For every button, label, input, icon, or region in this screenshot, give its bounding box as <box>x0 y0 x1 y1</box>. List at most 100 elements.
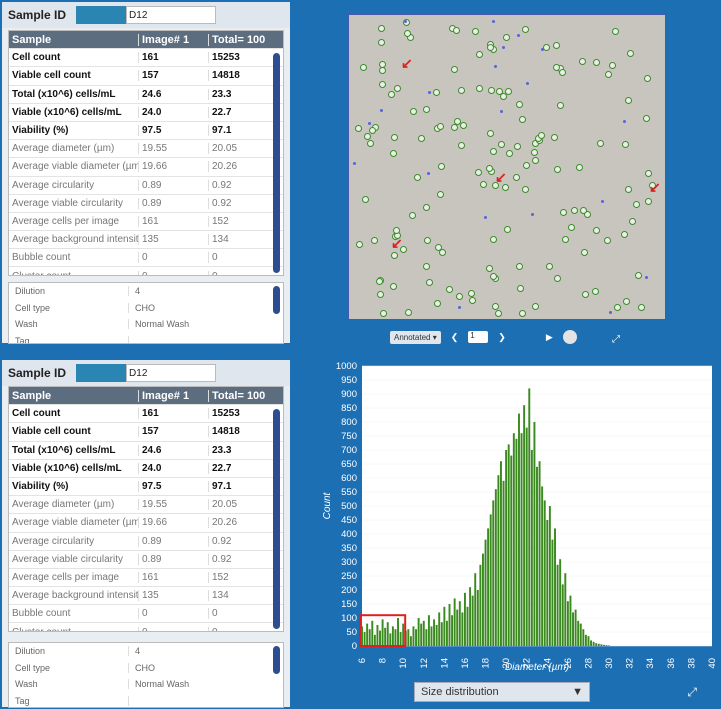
cell-marker <box>437 191 444 199</box>
histogram-bar <box>497 475 500 646</box>
row-total: 0 <box>209 627 269 631</box>
cell-marker <box>418 134 426 142</box>
row-image: 24.6 <box>139 444 209 456</box>
row-total: 15253 <box>212 52 240 64</box>
image-number-input[interactable]: 1 <box>468 331 489 343</box>
row-total: 152 <box>212 215 229 227</box>
detail-label: Wash <box>9 319 129 330</box>
scrollbar[interactable] <box>273 409 280 629</box>
debris-marker <box>458 306 462 310</box>
cell-marker <box>505 149 513 157</box>
histogram-bar <box>502 480 505 646</box>
chevron-left-icon[interactable]: ❮ <box>451 332 459 343</box>
expand-icon[interactable]: ⤢ <box>687 685 697 700</box>
histogram-bar <box>587 636 590 646</box>
toggle-knob[interactable] <box>562 330 577 344</box>
cell-marker <box>490 148 498 156</box>
row-image: 24.0 <box>139 462 209 474</box>
histogram-bar <box>507 444 510 646</box>
expand-icon[interactable]: ⤢ <box>612 334 620 345</box>
view-select[interactable]: Annotated ▾ <box>390 330 441 344</box>
top-results-panel: Sample ID D12 Sample Image# 1 Total= 100 Ce… <box>0 0 292 345</box>
histogram-bar <box>541 486 544 646</box>
scrollbar[interactable] <box>273 286 280 314</box>
histogram-bar <box>582 629 585 646</box>
row-total: 0 <box>212 608 218 620</box>
cell-marker <box>380 310 388 318</box>
cell-marker <box>643 114 651 122</box>
histogram-bar <box>556 564 559 646</box>
detail-row: Tag <box>9 333 283 343</box>
y-tick-label: 450 <box>341 515 357 526</box>
cell-marker <box>523 162 531 170</box>
y-tick-label: 1000 <box>336 361 357 372</box>
cell-marker <box>638 304 646 312</box>
sample-id-field[interactable]: D12 <box>76 6 217 24</box>
cell-marker <box>475 51 483 59</box>
row-label: Total (x10^6) cells/mL <box>9 88 139 100</box>
histogram-bar <box>461 612 464 646</box>
chart-type-select[interactable]: Size distribution ▼ <box>414 682 590 702</box>
table-row: Average background intensity 135 134 <box>9 587 283 606</box>
scrollbar[interactable] <box>273 646 280 674</box>
detail-row: Dilution 4 <box>9 643 283 660</box>
row-label: Bubble count <box>9 252 139 264</box>
cell-marker <box>389 283 397 291</box>
debris-marker <box>426 172 430 176</box>
chevron-right-icon[interactable]: ❯ <box>498 332 506 343</box>
debris-marker <box>502 46 506 50</box>
cell-marker <box>390 133 398 141</box>
cell-marker <box>378 39 386 47</box>
x-tick-label: 30 <box>604 658 615 669</box>
cell-image-view[interactable]: ↙ ↙ ↙ ↙ <box>348 14 666 320</box>
histogram-bar <box>538 461 541 646</box>
cell-marker <box>457 87 465 95</box>
sample-id-field[interactable]: D12 <box>76 364 217 382</box>
detail-value: CHO <box>135 302 155 313</box>
cell-marker <box>538 131 546 139</box>
row-image: 135 <box>139 234 209 246</box>
debris-marker <box>379 108 383 112</box>
table-row: Average viable circularity 0.89 0.92 <box>9 551 283 569</box>
x-tick-label: 34 <box>645 658 656 669</box>
y-tick-label: 400 <box>341 529 357 540</box>
x-tick-label: 38 <box>686 658 697 669</box>
cell-marker <box>609 61 617 69</box>
table-row: Total (x10^6) cells/mL 24.6 23.3 <box>9 86 283 104</box>
histogram-bar <box>435 625 438 646</box>
cell-marker <box>605 71 613 79</box>
row-total: 15253 <box>212 408 240 420</box>
table-row: Viable (x10^6) cells/mL 24.0 22.7 <box>9 460 283 478</box>
table-row: Viable cell count 157 14818 <box>9 67 283 86</box>
row-label: Average background intensity <box>9 590 139 602</box>
row-label: Average viable diameter (µm) <box>9 161 139 173</box>
cell-marker <box>486 129 494 137</box>
row-total: 20.26 <box>212 161 238 173</box>
x-tick-label: 28 <box>583 658 594 669</box>
y-tick-label: 900 <box>341 389 357 400</box>
row-label: Average circularity <box>9 179 139 191</box>
table-row: Cluster count00 <box>9 267 283 275</box>
histogram-bar <box>368 629 371 646</box>
scrollbar[interactable] <box>273 53 280 273</box>
row-label: Cell count <box>9 408 139 420</box>
y-tick-label: 750 <box>341 431 357 442</box>
histogram-bar <box>438 612 441 646</box>
table-row: Viable cell count 157 14818 <box>9 423 283 442</box>
row-total: 23.3 <box>212 88 232 100</box>
histogram-bar <box>579 623 582 646</box>
row-label: Average viable diameter (µm) <box>9 517 139 529</box>
table-row: Average background intensity 135 134 <box>9 231 283 250</box>
histogram-bar <box>474 573 477 646</box>
histogram-bar <box>584 634 587 646</box>
row-total: 0.92 <box>212 179 232 191</box>
x-axis-title: Diameter (µm) <box>505 662 569 673</box>
row-label: Average background intensity <box>9 234 139 246</box>
y-tick-label: 150 <box>341 599 357 610</box>
cell-marker <box>553 274 561 282</box>
cell-marker <box>592 287 600 295</box>
histogram-bar <box>440 622 443 646</box>
play-icon[interactable]: ▶ <box>546 332 553 343</box>
histogram-bar <box>453 598 456 646</box>
table-row: Viable (x10^6) cells/mL 24.0 22.7 <box>9 104 283 122</box>
